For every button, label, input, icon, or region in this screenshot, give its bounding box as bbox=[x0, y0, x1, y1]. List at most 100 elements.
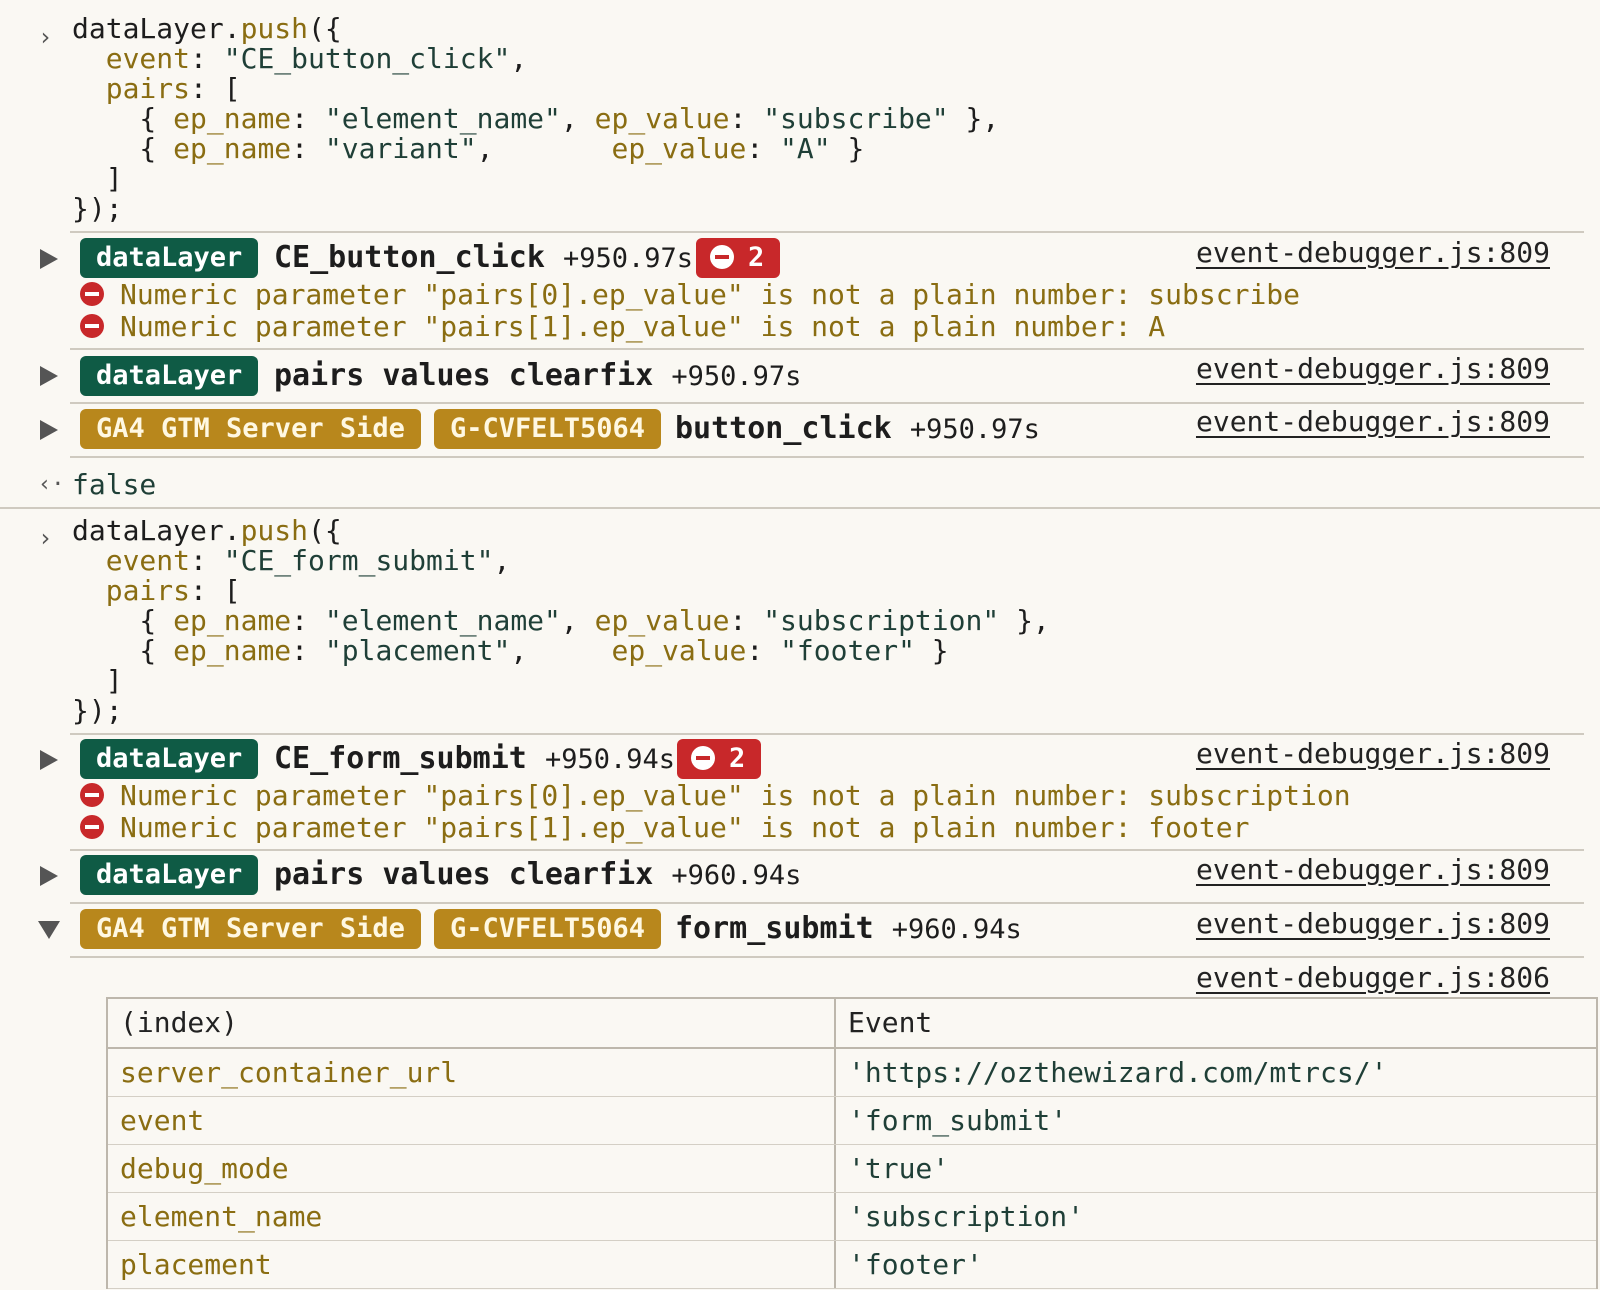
row-divider bbox=[70, 456, 1584, 458]
code-key: ep_name bbox=[173, 102, 292, 135]
input-prompt-chevron-icon: › bbox=[38, 524, 53, 552]
error-text: Numeric parameter "pairs[1].ep_value" is… bbox=[120, 310, 1166, 343]
console-command-line: ] bbox=[72, 162, 123, 195]
error-count-badge[interactable]: 2 bbox=[696, 238, 781, 278]
expand-triangle-icon[interactable] bbox=[40, 249, 58, 269]
console-command-line[interactable]: dataLayer.push({ bbox=[72, 516, 342, 546]
error-count: 2 bbox=[729, 743, 746, 774]
event-name: pairs values clearfix bbox=[274, 857, 654, 892]
ga4-server-badge: GA4 GTM Server Side bbox=[80, 409, 421, 449]
input-prompt-chevron-icon: › bbox=[38, 23, 53, 51]
row-divider bbox=[0, 507, 1600, 509]
source-link[interactable]: event-debugger.js:809 bbox=[1196, 853, 1550, 887]
code-string: "A" bbox=[780, 132, 831, 165]
console-command-line: { ep_name: "variant", ep_value: "A" } bbox=[72, 132, 865, 165]
event-name: CE_form_submit bbox=[274, 741, 527, 776]
code-key: event bbox=[105, 544, 191, 577]
code-key: ep_value bbox=[611, 132, 747, 165]
table-header-event[interactable]: Event bbox=[836, 999, 1596, 1047]
table-cell-value: 'true' bbox=[848, 1152, 950, 1185]
error-icon bbox=[80, 783, 104, 807]
console-command-line: ] bbox=[72, 664, 123, 697]
expand-triangle-icon[interactable] bbox=[40, 866, 58, 886]
error-icon bbox=[80, 314, 104, 338]
table-cell-key: placement bbox=[108, 1241, 836, 1288]
console-command-line: { ep_name: "placement", ep_value: "foote… bbox=[72, 634, 949, 667]
code-key: ep_value bbox=[594, 102, 730, 135]
event-title: CE_button_click +950.97s bbox=[274, 238, 693, 279]
table-cell-value: 'form_submit' bbox=[848, 1104, 1068, 1137]
expand-triangle-icon[interactable] bbox=[40, 750, 58, 770]
console-table: (index) Event server_container_url 'http… bbox=[106, 997, 1598, 1289]
event-title: pairs values clearfix +960.94s bbox=[274, 855, 801, 896]
error-icon bbox=[80, 282, 104, 306]
event-time: +950.94s bbox=[544, 744, 675, 775]
source-link[interactable]: event-debugger.js:809 bbox=[1196, 405, 1550, 439]
row-divider bbox=[70, 733, 1584, 735]
table-cell-value: 'subscription' bbox=[848, 1200, 1085, 1233]
code-key: ep_name bbox=[173, 604, 292, 637]
console-command-line: pairs: [ bbox=[105, 574, 241, 607]
event-title: form_submit +960.94s bbox=[675, 909, 1022, 950]
console-command-line: }); bbox=[72, 694, 123, 727]
code-string: "element_name" bbox=[324, 604, 561, 637]
source-link[interactable]: event-debugger.js:809 bbox=[1196, 352, 1550, 386]
table-cell-value: 'footer' bbox=[848, 1248, 983, 1281]
error-text: Numeric parameter "pairs[1].ep_value" is… bbox=[120, 811, 1250, 844]
datalayer-badge: dataLayer bbox=[80, 739, 259, 779]
console-command-line: event: "CE_form_submit", bbox=[105, 544, 511, 577]
code-key: ep_name bbox=[173, 132, 292, 165]
error-icon bbox=[80, 815, 104, 839]
table-row: placement 'footer' bbox=[108, 1241, 1596, 1289]
source-link[interactable]: event-debugger.js:806 bbox=[1196, 961, 1550, 995]
event-title: button_click +950.97s bbox=[675, 409, 1040, 450]
code-string: "subscription" bbox=[763, 604, 1000, 637]
code-string: "placement" bbox=[324, 634, 511, 667]
datalayer-badge: dataLayer bbox=[80, 238, 259, 278]
row-divider bbox=[70, 849, 1584, 851]
row-divider bbox=[70, 402, 1584, 404]
code-string: "variant" bbox=[324, 132, 477, 165]
console-command-line: event: "CE_button_click", bbox=[105, 42, 528, 75]
table-cell-key: server_container_url bbox=[108, 1049, 836, 1096]
table-header-index[interactable]: (index) bbox=[108, 999, 836, 1047]
code-object: dataLayer bbox=[72, 514, 224, 547]
error-message: Numeric parameter "pairs[1].ep_value" is… bbox=[80, 813, 1249, 843]
event-time: +960.94s bbox=[891, 914, 1022, 945]
event-time: +950.97s bbox=[563, 243, 694, 274]
console-command-line: pairs: [ bbox=[105, 72, 241, 105]
error-message: Numeric parameter "pairs[0].ep_value" is… bbox=[80, 280, 1300, 310]
error-text: Numeric parameter "pairs[0].ep_value" is… bbox=[120, 278, 1301, 311]
event-name: CE_button_click bbox=[274, 240, 545, 275]
return-value: false bbox=[72, 468, 157, 501]
code-object: dataLayer bbox=[72, 12, 224, 45]
error-count: 2 bbox=[748, 242, 765, 273]
table-row: element_name 'subscription' bbox=[108, 1193, 1596, 1241]
datalayer-badge: dataLayer bbox=[80, 855, 259, 895]
error-message: Numeric parameter "pairs[0].ep_value" is… bbox=[80, 781, 1351, 811]
row-divider bbox=[70, 348, 1584, 350]
event-time: +960.94s bbox=[671, 860, 802, 891]
source-link[interactable]: event-debugger.js:809 bbox=[1196, 236, 1550, 270]
code-method: push bbox=[240, 12, 309, 45]
console-command-line[interactable]: dataLayer.push({ bbox=[72, 14, 342, 44]
code-string: "subscribe" bbox=[763, 102, 949, 135]
event-name: button_click bbox=[675, 411, 892, 446]
table-cell-key: event bbox=[108, 1097, 836, 1144]
expand-triangle-icon[interactable] bbox=[40, 366, 58, 386]
console-command-line: { ep_name: "element_name", ep_value: "su… bbox=[72, 102, 1000, 135]
code-key: ep_value bbox=[611, 634, 747, 667]
collapse-triangle-icon[interactable] bbox=[38, 921, 60, 939]
datalayer-badge: dataLayer bbox=[80, 356, 259, 396]
source-link[interactable]: event-debugger.js:809 bbox=[1196, 737, 1550, 771]
measurement-id-badge: G-CVFELT5064 bbox=[434, 409, 662, 449]
measurement-id-badge: G-CVFELT5064 bbox=[434, 909, 662, 949]
event-title: CE_form_submit +950.94s bbox=[274, 739, 675, 780]
error-count-badge[interactable]: 2 bbox=[677, 739, 762, 779]
code-key: pairs bbox=[105, 574, 191, 607]
source-link[interactable]: event-debugger.js:809 bbox=[1196, 907, 1550, 941]
row-divider bbox=[70, 902, 1584, 904]
code-string: "CE_form_submit" bbox=[223, 544, 494, 577]
console-command-line: }); bbox=[72, 192, 123, 225]
expand-triangle-icon[interactable] bbox=[40, 420, 58, 440]
